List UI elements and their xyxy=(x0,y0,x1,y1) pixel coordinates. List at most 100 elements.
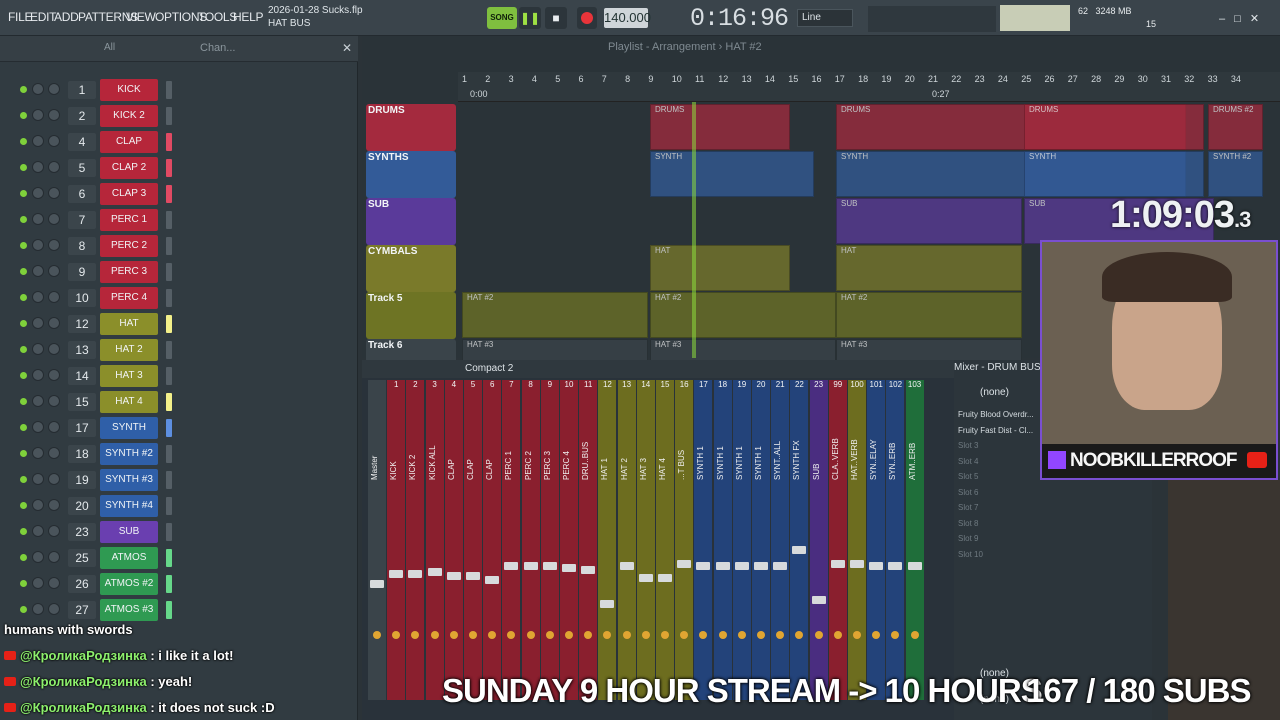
channel-row[interactable]: 12 HAT xyxy=(16,313,346,335)
mixer-strip[interactable]: 4 CLAP xyxy=(444,380,463,700)
channel-select-indicator[interactable] xyxy=(166,263,172,281)
pattern-clip[interactable]: DRUMS #2 xyxy=(1208,104,1263,150)
mixer-route-button[interactable] xyxy=(373,631,381,639)
mixer-fader[interactable] xyxy=(734,562,749,570)
channel-mute-led[interactable] xyxy=(20,476,27,483)
mixer-fader[interactable] xyxy=(466,572,480,580)
mixer-strip[interactable]: 3 KICK ALL xyxy=(425,380,444,700)
mixer-strip[interactable]: 101 SYN..ELAY xyxy=(867,380,886,700)
channel-pan-knob[interactable] xyxy=(32,421,44,433)
channel-volume-knob[interactable] xyxy=(48,317,60,329)
mixer-route-button[interactable] xyxy=(737,631,746,639)
channel-volume-knob[interactable] xyxy=(48,343,60,355)
playhead[interactable] xyxy=(692,102,696,358)
channel-mixer-track[interactable]: 14 xyxy=(68,367,96,385)
pattern-clip[interactable]: SYNTH #2 xyxy=(1208,151,1263,197)
mixer-strip[interactable]: 100 HAT..VERB xyxy=(848,380,866,700)
channel-mixer-track[interactable]: 26 xyxy=(68,575,96,593)
mixer-route-button[interactable] xyxy=(488,631,497,639)
channel-volume-knob[interactable] xyxy=(48,473,60,485)
channel-name-button[interactable]: ATMOS #3 xyxy=(100,599,158,621)
pattern-clip[interactable]: HAT #2 xyxy=(462,292,648,338)
time-ruler[interactable]: 0:000:270:55 xyxy=(458,88,1280,102)
channel-name-button[interactable]: CLAP xyxy=(100,131,158,153)
pattern-clip[interactable]: SYNTH xyxy=(650,151,814,197)
mixer-fader[interactable] xyxy=(542,562,557,570)
channel-pan-knob[interactable] xyxy=(32,499,44,511)
pattern-clip[interactable]: HAT xyxy=(836,245,1022,291)
channel-select-indicator[interactable] xyxy=(166,237,172,255)
mixer-strip[interactable]: 103 ATM..ERB xyxy=(905,380,924,700)
channel-select-indicator[interactable] xyxy=(166,575,172,593)
effect-slot[interactable]: Slot 7 xyxy=(958,503,1046,512)
channel-name-button[interactable]: ATMOS xyxy=(100,547,158,569)
mixer-strip[interactable]: 13 HAT 2 xyxy=(617,380,636,700)
menu-item-edit[interactable]: EDIT xyxy=(30,10,56,24)
channel-select-indicator[interactable] xyxy=(166,289,172,307)
channel-mixer-track[interactable]: 9 xyxy=(68,263,96,281)
channel-row[interactable]: 4 CLAP xyxy=(16,131,346,153)
channel-mixer-track[interactable]: 17 xyxy=(68,419,96,437)
menu-item-file[interactable]: FILE xyxy=(8,10,32,24)
mixer-fader[interactable] xyxy=(754,562,768,570)
effect-slot[interactable]: Slot 3 xyxy=(958,441,1046,450)
mixer-strip[interactable]: 19 SYNTH 1 xyxy=(732,380,751,700)
channel-mute-led[interactable] xyxy=(20,190,27,197)
channel-name-button[interactable]: CLAP 3 xyxy=(100,183,158,205)
channel-volume-knob[interactable] xyxy=(48,213,60,225)
channel-row[interactable]: 27 ATMOS #3 xyxy=(16,599,346,621)
channel-mute-led[interactable] xyxy=(20,580,27,587)
channel-select-indicator[interactable] xyxy=(166,497,172,515)
channel-pan-knob[interactable] xyxy=(32,239,44,251)
song-time-display[interactable]: 0:16:96 xyxy=(690,4,789,33)
channel-pan-knob[interactable] xyxy=(32,447,44,459)
channel-mute-led[interactable] xyxy=(20,502,27,509)
channel-pan-knob[interactable] xyxy=(32,603,44,615)
channel-select-indicator[interactable] xyxy=(166,315,172,333)
channel-mute-led[interactable] xyxy=(20,528,27,535)
channel-pan-knob[interactable] xyxy=(32,473,44,485)
effect-slot[interactable]: Fruity Blood Overdr... xyxy=(958,410,1046,419)
mixer-strip[interactable]: 99 CLA..VERB xyxy=(828,380,847,700)
window-controls[interactable]: – □ ✕ xyxy=(1219,12,1259,25)
channel-select-indicator[interactable] xyxy=(166,601,172,619)
pattern-clip[interactable]: SUB xyxy=(836,198,1022,244)
mixer-fader[interactable] xyxy=(830,560,845,568)
channel-select-indicator[interactable] xyxy=(166,367,172,385)
mixer-fader[interactable] xyxy=(658,574,672,582)
mixer-strip[interactable]: 18 SYNTH 1 xyxy=(713,380,732,700)
mixer-strip[interactable]: 11 DRU..BUS xyxy=(579,380,598,700)
mixer-fader[interactable] xyxy=(427,568,442,576)
channel-mixer-track[interactable]: 6 xyxy=(68,185,96,203)
channel-row[interactable]: 8 PERC 2 xyxy=(16,235,346,257)
mixer-fader[interactable] xyxy=(888,562,903,570)
mixer-fader[interactable] xyxy=(581,566,596,574)
mixer-route-button[interactable] xyxy=(814,631,823,639)
effect-slot[interactable]: Fruity Fast Dist - Cl... xyxy=(958,426,1046,435)
channel-mute-led[interactable] xyxy=(20,86,27,93)
channel-volume-knob[interactable] xyxy=(48,109,60,121)
mixer-view-select[interactable]: Compact 2 xyxy=(465,363,513,374)
close-icon[interactable]: ✕ xyxy=(342,41,352,55)
channel-row[interactable]: 10 PERC 4 xyxy=(16,287,346,309)
channel-pan-knob[interactable] xyxy=(32,109,44,121)
channel-pan-knob[interactable] xyxy=(32,187,44,199)
channel-mixer-track[interactable]: 19 xyxy=(68,471,96,489)
channel-mute-led[interactable] xyxy=(20,164,27,171)
mixer-route-button[interactable] xyxy=(430,631,439,639)
mixer-strip[interactable]: 12 HAT 1 xyxy=(598,380,617,700)
track-header[interactable]: DRUMS xyxy=(366,104,456,151)
channel-mixer-track[interactable]: 4 xyxy=(68,133,96,151)
channel-select-indicator[interactable] xyxy=(166,523,172,541)
mixer-fader[interactable] xyxy=(638,574,653,582)
mixer-route-button[interactable] xyxy=(872,631,881,639)
channel-mute-led[interactable] xyxy=(20,450,27,457)
mixer-strip[interactable]: 20 SYNTH 1 xyxy=(752,380,770,700)
channel-volume-knob[interactable] xyxy=(48,135,60,147)
mixer-strip[interactable]: 102 SYN..ERB xyxy=(886,380,905,700)
channel-volume-knob[interactable] xyxy=(48,447,60,459)
mixer-fader[interactable] xyxy=(792,546,807,554)
mixer-route-button[interactable] xyxy=(603,631,612,639)
snap-select[interactable]: Line xyxy=(797,9,853,27)
channel-volume-knob[interactable] xyxy=(48,187,60,199)
